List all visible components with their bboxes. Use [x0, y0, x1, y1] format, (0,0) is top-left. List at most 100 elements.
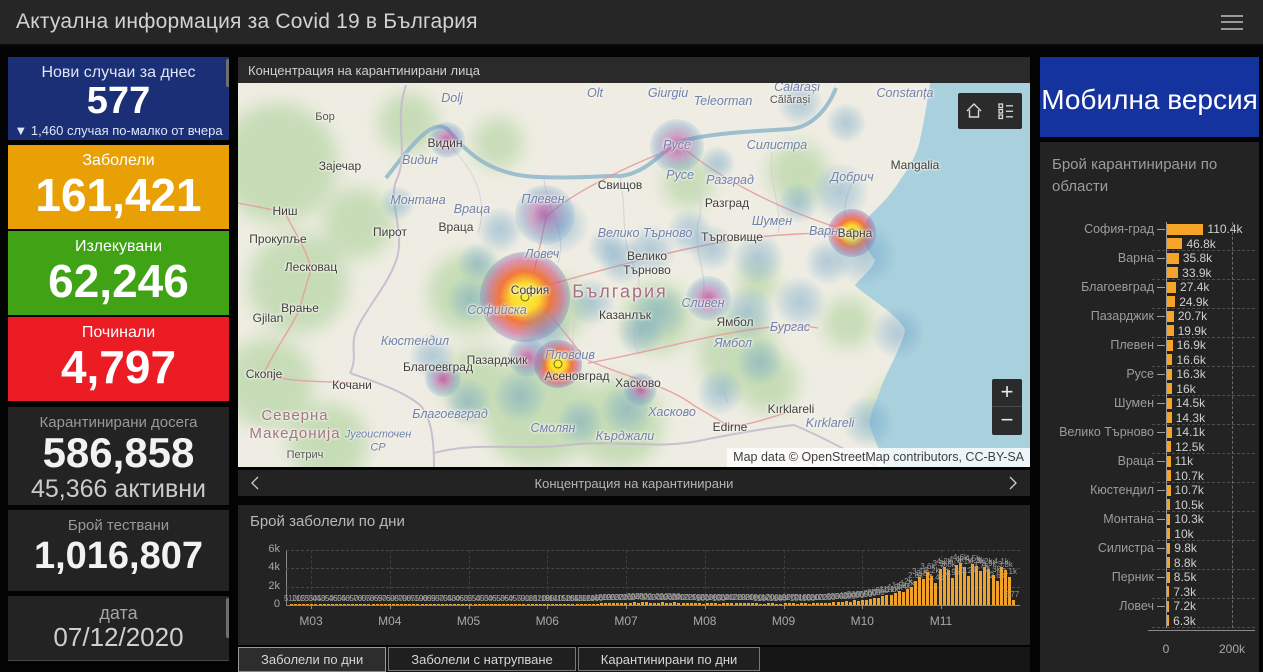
- daily-bar[interactable]: [979, 571, 983, 605]
- daily-bar[interactable]: [575, 603, 579, 605]
- region-bar[interactable]: [1167, 557, 1170, 568]
- region-bar[interactable]: [1167, 368, 1173, 380]
- card-date[interactable]: дата 07/12/2020: [8, 596, 229, 661]
- home-button[interactable]: [958, 93, 990, 129]
- daily-bar[interactable]: [967, 575, 971, 605]
- daily-bar[interactable]: [706, 603, 710, 605]
- daily-bar[interactable]: [457, 604, 461, 605]
- daily-bar[interactable]: [408, 604, 412, 605]
- card-new-cases[interactable]: Нови случаи за днес 577 ▼ 1,460 случая п…: [8, 57, 229, 140]
- daily-bar[interactable]: [689, 602, 693, 605]
- daily-bar[interactable]: [816, 603, 820, 605]
- daily-bar[interactable]: [763, 603, 767, 605]
- daily-bar[interactable]: [567, 603, 571, 605]
- daily-bar[interactable]: [644, 602, 648, 605]
- daily-bar[interactable]: [795, 603, 799, 605]
- region-bar[interactable]: [1167, 455, 1171, 467]
- daily-bar[interactable]: [334, 604, 338, 605]
- region-bar[interactable]: [1167, 223, 1204, 235]
- daily-bar[interactable]: [730, 603, 734, 605]
- daily-bar[interactable]: [746, 602, 750, 605]
- daily-bar[interactable]: [791, 603, 795, 605]
- daily-bar[interactable]: [355, 604, 359, 605]
- card-infected[interactable]: Заболели 161,421: [8, 145, 229, 229]
- daily-bar[interactable]: [677, 602, 681, 605]
- carousel-prev-button[interactable]: [238, 475, 272, 491]
- daily-bar[interactable]: [754, 603, 758, 605]
- tab-daily-quarantined[interactable]: Карантинирани по дни: [577, 647, 761, 671]
- region-bar[interactable]: [1167, 600, 1170, 612]
- daily-bar[interactable]: [290, 604, 293, 605]
- daily-bar[interactable]: [693, 602, 697, 605]
- daily-bar[interactable]: [799, 603, 803, 605]
- daily-bar[interactable]: [657, 602, 661, 605]
- daily-bar[interactable]: [856, 600, 860, 605]
- daily-bar[interactable]: [759, 603, 763, 605]
- daily-bar[interactable]: [396, 604, 400, 605]
- daily-bar[interactable]: [836, 601, 840, 605]
- daily-bar[interactable]: [632, 602, 636, 605]
- daily-bar[interactable]: [869, 598, 873, 605]
- card-deceased[interactable]: Починали 4,797: [8, 317, 229, 401]
- daily-bar[interactable]: [298, 604, 302, 605]
- daily-bar[interactable]: [905, 589, 909, 605]
- daily-bar[interactable]: [938, 569, 942, 605]
- daily-bar[interactable]: [416, 604, 420, 605]
- daily-bar[interactable]: [440, 604, 444, 605]
- daily-bar[interactable]: [502, 604, 506, 605]
- daily-bar[interactable]: [624, 603, 628, 605]
- daily-bar[interactable]: [436, 604, 440, 605]
- daily-bar[interactable]: [1011, 599, 1015, 605]
- daily-bar[interactable]: [877, 598, 881, 605]
- daily-bar[interactable]: [701, 603, 705, 605]
- daily-bar[interactable]: [628, 602, 632, 605]
- daily-bar[interactable]: [612, 602, 616, 605]
- daily-bar[interactable]: [673, 602, 677, 605]
- daily-bar[interactable]: [449, 604, 453, 605]
- daily-bar[interactable]: [522, 604, 526, 605]
- daily-bar[interactable]: [444, 604, 448, 605]
- daily-bar[interactable]: [714, 603, 718, 605]
- daily-bar[interactable]: [326, 604, 330, 605]
- region-bar[interactable]: [1167, 513, 1171, 525]
- daily-bar[interactable]: [510, 604, 514, 605]
- daily-bar[interactable]: [383, 604, 387, 605]
- daily-bar[interactable]: [306, 604, 310, 605]
- daily-bar[interactable]: [897, 591, 901, 605]
- daily-bar[interactable]: [387, 604, 391, 605]
- daily-bar[interactable]: [616, 602, 620, 605]
- daily-bar[interactable]: [391, 604, 395, 605]
- daily-bar[interactable]: [330, 604, 334, 605]
- daily-bar[interactable]: [302, 604, 306, 605]
- daily-bar[interactable]: [400, 604, 404, 605]
- daily-bar[interactable]: [546, 603, 550, 605]
- region-bar[interactable]: [1167, 267, 1179, 278]
- daily-bar[interactable]: [779, 603, 783, 605]
- daily-bar[interactable]: [538, 603, 542, 605]
- daily-bar[interactable]: [665, 602, 669, 605]
- daily-bar[interactable]: [767, 603, 771, 605]
- daily-bar[interactable]: [473, 604, 477, 605]
- daily-bar[interactable]: [351, 604, 355, 605]
- daily-bar[interactable]: [653, 602, 656, 605]
- daily-bar[interactable]: [506, 604, 510, 605]
- daily-bar[interactable]: [840, 602, 844, 605]
- region-bar[interactable]: [1167, 252, 1179, 264]
- daily-bar[interactable]: [954, 564, 958, 605]
- daily-bar[interactable]: [518, 604, 522, 605]
- daily-bar[interactable]: [803, 603, 807, 605]
- region-bar[interactable]: [1167, 296, 1176, 307]
- tab-cumulative-cases[interactable]: Заболели с натрупване: [388, 647, 576, 671]
- daily-bar[interactable]: [571, 604, 575, 605]
- daily-bar[interactable]: [359, 604, 363, 605]
- region-bar[interactable]: [1167, 310, 1174, 322]
- menu-button[interactable]: [1221, 14, 1243, 30]
- daily-bar[interactable]: [909, 586, 913, 605]
- daily-bar[interactable]: [363, 604, 367, 605]
- daily-bar[interactable]: [710, 602, 714, 605]
- daily-bar[interactable]: [404, 604, 408, 605]
- daily-bar[interactable]: [322, 604, 326, 605]
- region-bar[interactable]: [1167, 528, 1171, 539]
- tab-daily-cases[interactable]: Заболели по дни: [238, 647, 387, 672]
- daily-bar[interactable]: [347, 604, 351, 605]
